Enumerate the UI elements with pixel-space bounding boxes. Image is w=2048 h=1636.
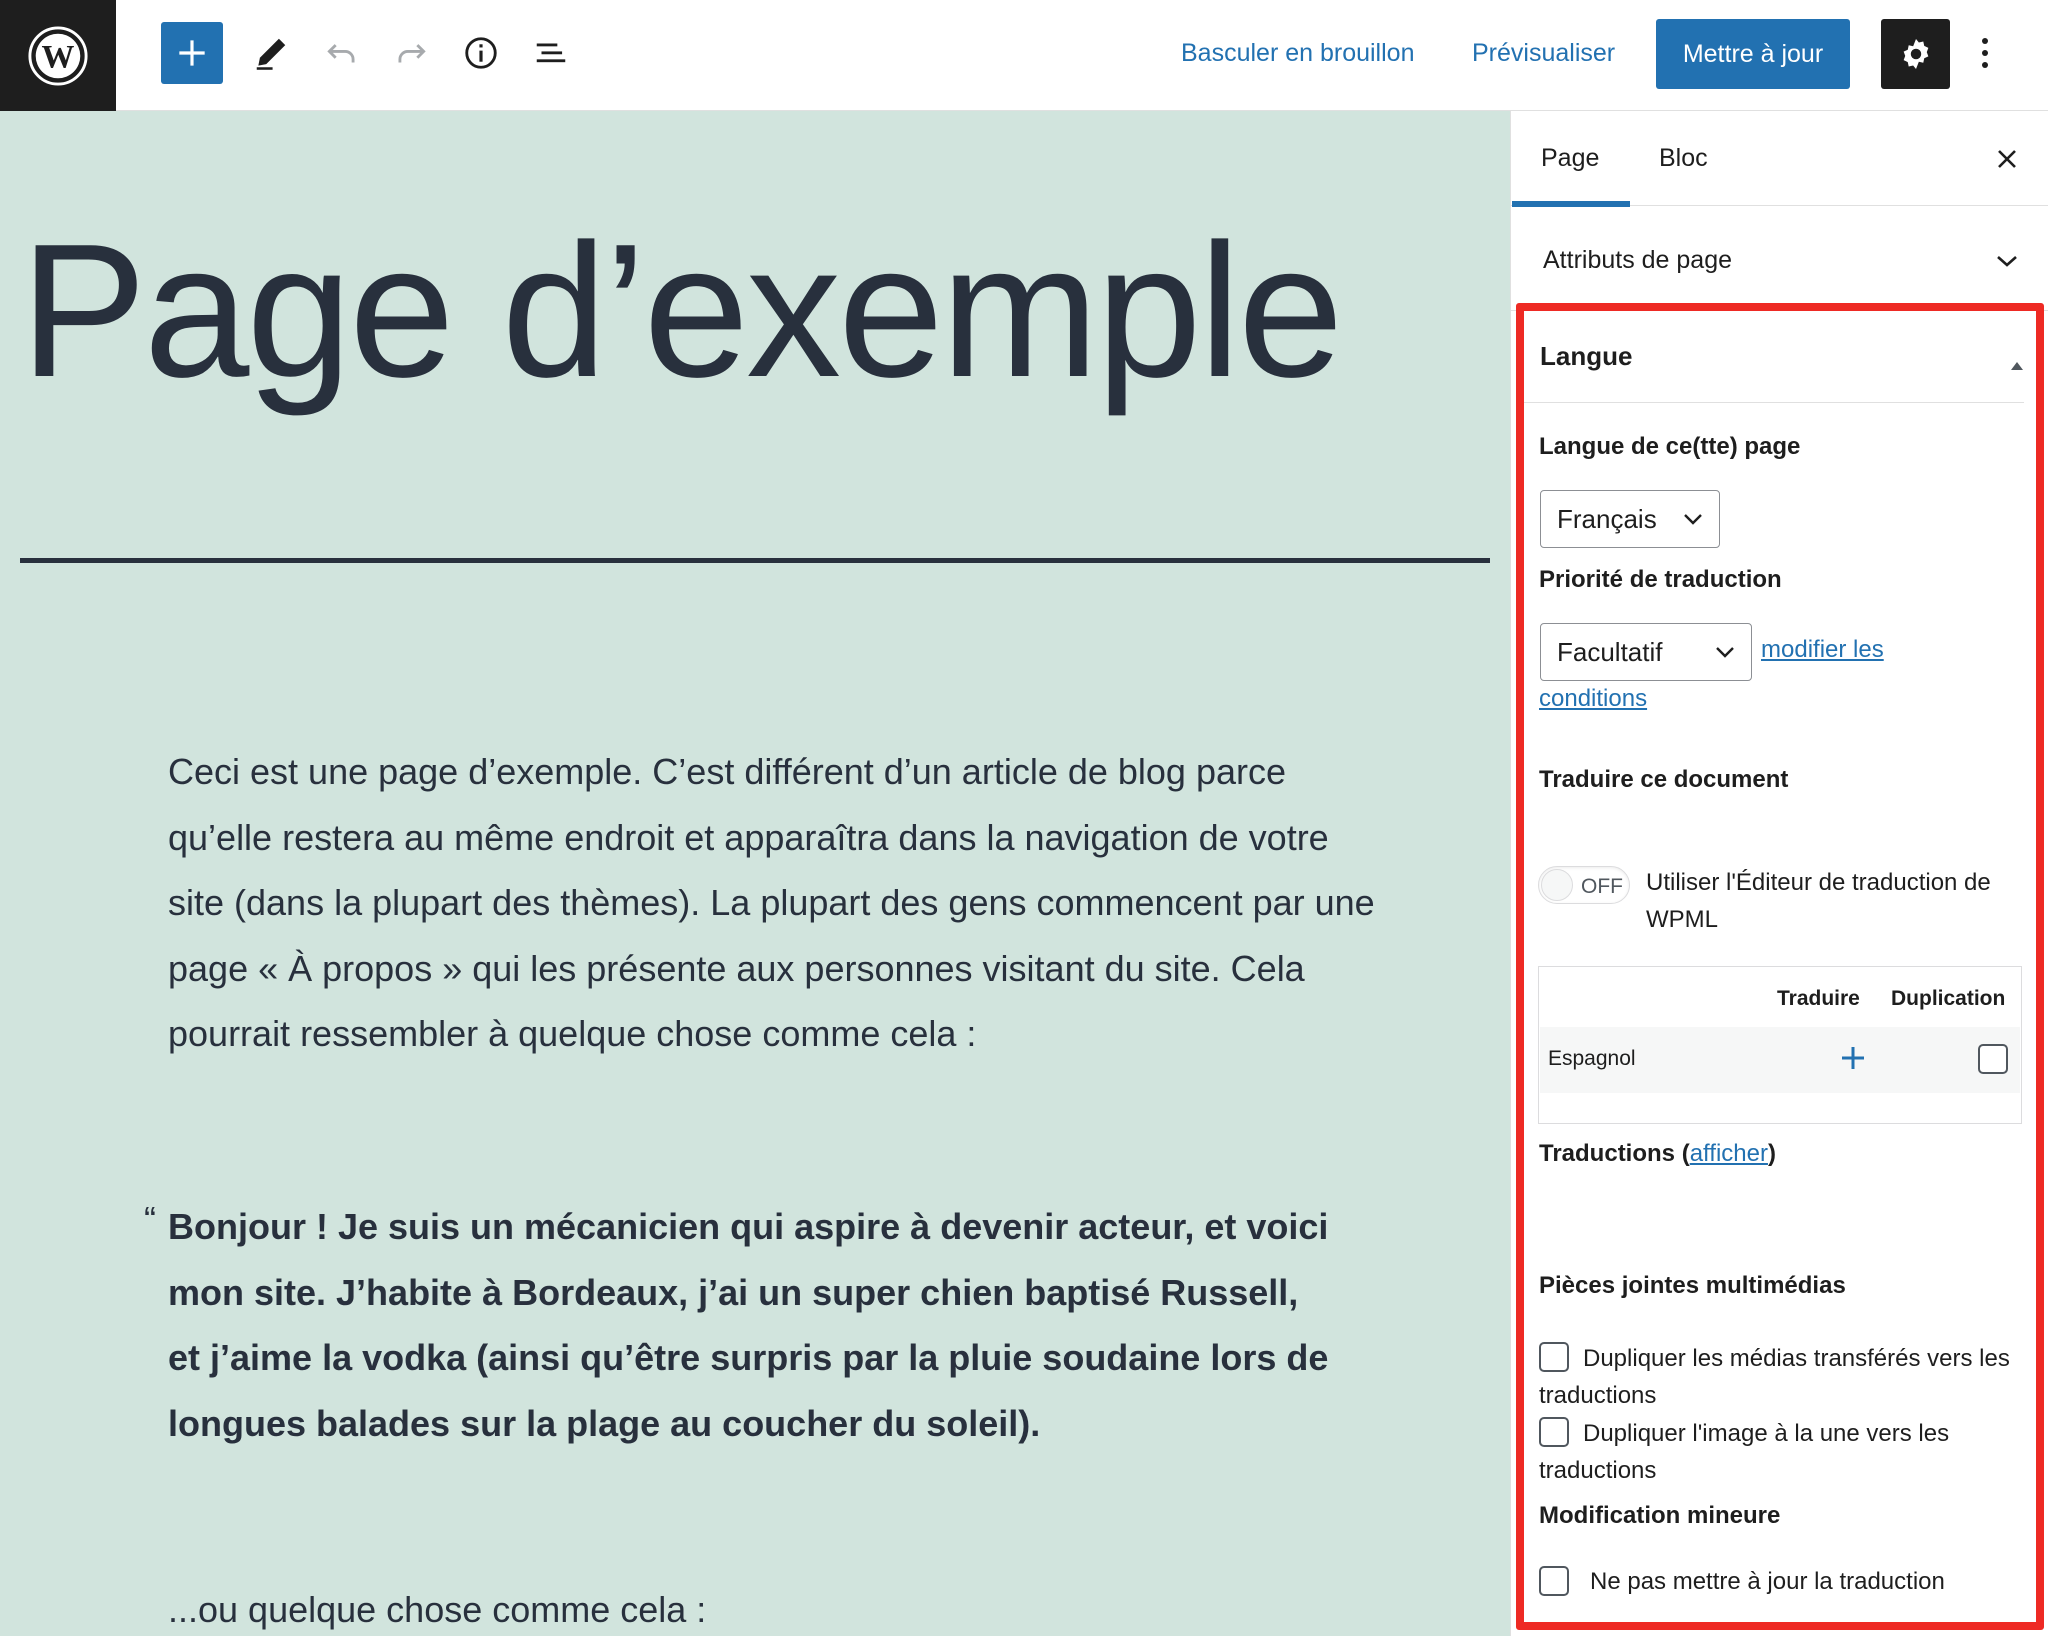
close-icon xyxy=(1998,150,2016,168)
undo-icon xyxy=(327,44,355,63)
page-language-label: Langue de ce(tte) page xyxy=(1539,433,1801,460)
language-panel-title: Langue xyxy=(1540,341,1633,371)
svg-text:W: W xyxy=(42,39,75,75)
info-icon xyxy=(465,37,497,69)
pencil-icon xyxy=(256,38,286,70)
duplicate-column-header: Duplication xyxy=(1891,987,2006,1010)
translations-label: Traductions (afficher) xyxy=(1539,1140,1776,1168)
gear-icon xyxy=(1903,38,1928,70)
row-language: Espagnol xyxy=(1548,1047,1636,1070)
list-view-icon xyxy=(536,43,566,63)
plus-icon xyxy=(179,40,205,66)
modify-conditions-link-2[interactable]: conditions xyxy=(1539,685,1647,713)
update-button[interactable]: Mettre à jour xyxy=(1656,19,1850,89)
details-button[interactable] xyxy=(450,22,512,84)
page-title[interactable]: Page d’exemple xyxy=(20,216,1344,406)
page-attributes-panel-header[interactable]: Attributs de page xyxy=(1511,211,2048,311)
top-toolbar: W Basculer en brouillon Prévisualiser Me… xyxy=(0,0,2048,111)
wpml-editor-toggle-label: Utiliser l'Éditeur de traduction de WPML xyxy=(1646,869,1991,933)
undo-button[interactable] xyxy=(311,22,373,84)
sidebar-tabs: Page Bloc xyxy=(1511,111,2048,207)
translate-column-header: Traduire xyxy=(1777,987,1860,1010)
minor-edit-checkbox[interactable] xyxy=(1539,1566,1569,1596)
translation-table: Traduire Duplication Espagnol xyxy=(1538,966,2022,1124)
translations-label-close: ) xyxy=(1767,1140,1776,1167)
paragraph-block-2[interactable]: ...ou quelque chose comme cela : xyxy=(168,1577,706,1636)
duplicate-checkbox[interactable] xyxy=(1978,1044,2008,1074)
translate-document-label: Traduire ce document xyxy=(1539,766,1789,793)
show-translations-link[interactable]: afficher xyxy=(1690,1140,1768,1167)
tools-button[interactable] xyxy=(240,22,302,84)
add-translation-plus-icon[interactable] xyxy=(1838,1043,1868,1073)
media-attachments-label: Pièces jointes multimédias xyxy=(1539,1272,1846,1299)
chevron-down-icon xyxy=(1983,237,2031,285)
tab-page[interactable]: Page xyxy=(1541,111,1599,206)
wordpress-logo-icon[interactable]: W xyxy=(0,0,116,111)
duplicate-media-label: Dupliquer les médias transférés vers les… xyxy=(1539,1345,2010,1409)
wordpress-logo-svg: W xyxy=(28,25,88,86)
preview-button[interactable]: Prévisualiser xyxy=(1472,22,1615,84)
duplicate-featured-image-label: Dupliquer l'image à la une vers les trad… xyxy=(1539,1420,1950,1484)
close-sidebar-button[interactable] xyxy=(1983,135,2031,183)
minor-edit-label: Modification mineure xyxy=(1539,1502,1781,1529)
translation-priority-select[interactable]: Facultatif xyxy=(1540,623,1752,681)
list-view-button[interactable] xyxy=(520,22,582,84)
vertical-ellipsis-icon xyxy=(1982,38,1988,68)
redo-button[interactable] xyxy=(380,22,442,84)
settings-button[interactable] xyxy=(1881,19,1950,89)
editor-canvas[interactable]: Page d’exemple Ceci est une page d’exemp… xyxy=(0,111,1510,1636)
minor-edit-option-label: Ne pas mettre à jour la traduction xyxy=(1590,1568,1945,1595)
translation-priority-value: Facultatif xyxy=(1557,636,1663,667)
page-language-select[interactable]: Français xyxy=(1540,490,1720,548)
toggle-state-label: OFF xyxy=(1581,875,1623,898)
table-row: Espagnol xyxy=(1540,1027,2020,1093)
quote-mark: “ xyxy=(144,1199,156,1240)
language-panel-header[interactable]: Langue xyxy=(1524,311,2024,403)
translations-label-text: Traductions ( xyxy=(1539,1140,1690,1167)
separator-block[interactable] xyxy=(20,558,1490,563)
add-block-button[interactable] xyxy=(161,22,223,84)
wpml-editor-toggle[interactable]: OFF xyxy=(1538,866,1630,904)
modify-conditions-link[interactable]: modifier les xyxy=(1761,636,1884,664)
quote-block[interactable]: Bonjour ! Je suis un mécanicien qui aspi… xyxy=(168,1194,1338,1456)
collapse-triangle-icon xyxy=(2010,347,2024,378)
page-language-value: Français xyxy=(1557,503,1657,534)
toggle-knob xyxy=(1541,869,1573,901)
chevron-down-icon xyxy=(1716,647,1734,658)
chevron-down-icon xyxy=(1684,514,1702,525)
active-tab-indicator xyxy=(1512,201,1630,207)
more-options-button[interactable] xyxy=(1966,22,2004,84)
tab-block[interactable]: Bloc xyxy=(1659,111,1708,206)
switch-to-draft-button[interactable]: Basculer en brouillon xyxy=(1181,22,1414,84)
translation-priority-label: Priorité de traduction xyxy=(1539,566,1782,593)
page-attributes-title: Attributs de page xyxy=(1543,246,1733,274)
redo-icon xyxy=(398,44,426,63)
paragraph-block[interactable]: Ceci est une page d’exemple. C’est diffé… xyxy=(168,739,1378,1067)
